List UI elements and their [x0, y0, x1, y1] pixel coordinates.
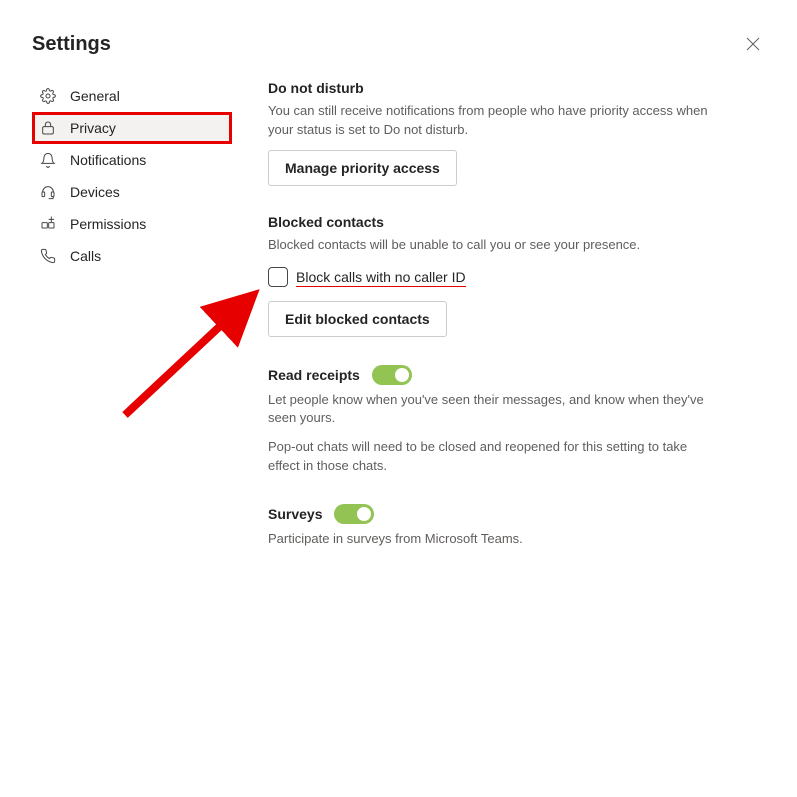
block-no-caller-id-label: Block calls with no caller ID — [296, 269, 466, 285]
close-icon — [746, 37, 760, 51]
sidebar-item-label: Privacy — [70, 120, 116, 136]
sidebar-item-notifications[interactable]: Notifications — [32, 144, 232, 176]
lock-icon — [40, 120, 56, 136]
header: Settings — [32, 32, 765, 56]
sidebar-item-label: Calls — [70, 248, 101, 264]
close-button[interactable] — [741, 32, 765, 56]
sidebar-item-label: General — [70, 88, 120, 104]
read-receipts-desc2: Pop-out chats will need to be closed and… — [268, 438, 708, 476]
sidebar: General Privacy — [32, 80, 232, 577]
sidebar-item-label: Permissions — [70, 216, 146, 232]
gear-icon — [40, 88, 56, 104]
dnd-title: Do not disturb — [268, 80, 708, 96]
sidebar-item-devices[interactable]: Devices — [32, 176, 232, 208]
edit-blocked-contacts-button[interactable]: Edit blocked contacts — [268, 301, 447, 337]
app-icon — [40, 216, 56, 232]
sidebar-item-general[interactable]: General — [32, 80, 232, 112]
read-receipts-desc: Let people know when you've seen their m… — [268, 391, 708, 429]
surveys-title: Surveys — [268, 506, 322, 522]
sidebar-item-calls[interactable]: Calls — [32, 240, 232, 272]
section-read-receipts: Read receipts Let people know when you'v… — [268, 365, 708, 476]
blocked-desc: Blocked contacts will be unable to call … — [268, 236, 708, 255]
sidebar-item-label: Devices — [70, 184, 120, 200]
sidebar-item-privacy[interactable]: Privacy — [32, 112, 232, 144]
sidebar-item-permissions[interactable]: Permissions — [32, 208, 232, 240]
read-receipts-toggle[interactable] — [372, 365, 412, 385]
block-no-caller-id-checkbox[interactable] — [268, 267, 288, 287]
section-blocked: Blocked contacts Blocked contacts will b… — [268, 214, 708, 337]
section-surveys: Surveys Participate in surveys from Micr… — [268, 504, 708, 549]
surveys-toggle[interactable] — [334, 504, 374, 524]
read-receipts-title: Read receipts — [268, 367, 360, 383]
page-title: Settings — [32, 33, 111, 56]
dnd-desc: You can still receive notifications from… — [268, 102, 708, 140]
headset-icon — [40, 184, 56, 200]
manage-priority-access-button[interactable]: Manage priority access — [268, 150, 457, 186]
surveys-desc: Participate in surveys from Microsoft Te… — [268, 530, 708, 549]
phone-icon — [40, 248, 56, 264]
bell-icon — [40, 152, 56, 168]
section-dnd: Do not disturb You can still receive not… — [268, 80, 708, 186]
blocked-title: Blocked contacts — [268, 214, 708, 230]
sidebar-item-label: Notifications — [70, 152, 146, 168]
